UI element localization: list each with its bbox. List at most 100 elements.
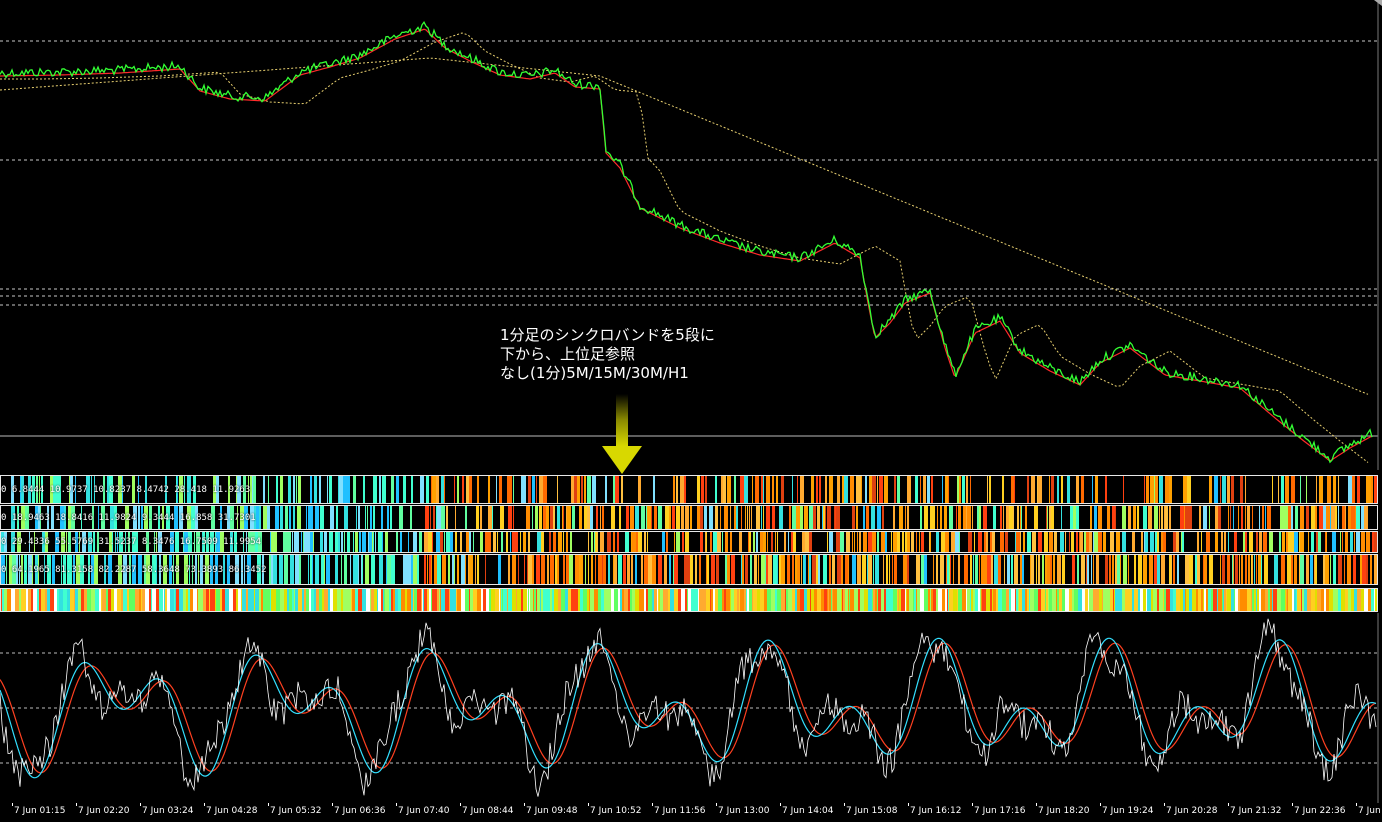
band-bar xyxy=(1234,532,1237,552)
band-bar xyxy=(203,589,206,611)
band-bar xyxy=(658,555,662,584)
sync-band-2[interactable]: 0 18.9463 18.8416 11.9824 9.3444 16.858 … xyxy=(0,505,1378,530)
band-bar xyxy=(1274,555,1278,584)
band-bar xyxy=(715,589,718,611)
band-bar xyxy=(907,532,910,552)
band-bar xyxy=(1015,589,1016,611)
band-bar xyxy=(543,476,547,503)
band-bar xyxy=(1351,589,1354,611)
band-bar xyxy=(373,476,377,503)
band-bar xyxy=(1300,506,1304,529)
band-bar xyxy=(276,589,280,611)
band-bar xyxy=(1165,506,1168,529)
band-bar xyxy=(685,506,689,529)
band-bar xyxy=(370,589,371,611)
band-bar xyxy=(1277,589,1281,611)
band-bar xyxy=(329,476,332,503)
band-bar xyxy=(1338,506,1339,529)
band-bar xyxy=(968,532,972,552)
band-bar xyxy=(70,589,74,611)
band-bar xyxy=(936,532,939,552)
band-bar xyxy=(341,555,342,584)
band-bar xyxy=(781,476,784,503)
band-bar xyxy=(588,532,589,552)
band-bar xyxy=(617,532,619,552)
band-bar xyxy=(541,555,545,584)
sync-band-3[interactable]: 0 29.4336 55.5769 31.5237 8.3476 16.7509… xyxy=(0,531,1378,553)
band-bar xyxy=(892,555,893,584)
band-bar xyxy=(829,589,831,611)
band-bar xyxy=(1295,506,1298,529)
band-bar xyxy=(1326,506,1330,529)
band-bar xyxy=(536,476,537,503)
band-bar xyxy=(653,476,655,503)
band-bar xyxy=(537,589,540,611)
band-bar xyxy=(1362,555,1366,584)
band-bar xyxy=(293,476,295,503)
price-chart[interactable] xyxy=(0,0,1382,470)
sync-band-4[interactable]: 0 64.1965 81.3158 82.2287 58.3648 73.389… xyxy=(0,554,1378,585)
band-bar xyxy=(722,532,723,552)
sync-band-5[interactable] xyxy=(0,588,1378,612)
band-bar xyxy=(238,589,241,611)
band-bar xyxy=(276,476,278,503)
band-bar xyxy=(941,532,945,552)
scroll-corner-icon[interactable] xyxy=(1372,0,1382,6)
sync-band-1[interactable]: 0 6.8444 10.9737 10.8237 8.4742 28.418 1… xyxy=(0,475,1378,504)
band-bar xyxy=(758,589,760,611)
band-bar xyxy=(1138,555,1142,584)
band-bar xyxy=(1222,555,1225,584)
band-bar xyxy=(1123,555,1127,584)
band-bar xyxy=(426,476,429,503)
band-bar xyxy=(437,506,441,529)
oscillator-chart[interactable] xyxy=(0,613,1382,803)
band-bar xyxy=(784,532,786,552)
time-tick-label: 7 Jun 21:32 xyxy=(1230,806,1282,816)
time-tick-mark xyxy=(844,803,845,806)
band-bar xyxy=(292,589,294,611)
band-bar xyxy=(442,555,446,584)
band-bar xyxy=(441,589,445,611)
band-bar xyxy=(978,532,982,552)
band-bar xyxy=(1148,506,1152,529)
band-bar xyxy=(587,589,589,611)
band-bar xyxy=(1117,555,1120,584)
band-bar xyxy=(1177,555,1179,584)
band-bar xyxy=(521,589,523,611)
band-bar xyxy=(1235,555,1238,584)
band-bar xyxy=(403,476,406,503)
band-bar xyxy=(674,589,678,611)
band-bar xyxy=(811,476,814,503)
band-bar xyxy=(367,506,368,529)
band-bar xyxy=(563,506,564,529)
band-bar xyxy=(411,589,413,611)
band-bar xyxy=(1251,589,1252,611)
band-bar xyxy=(304,589,306,611)
band-bar xyxy=(336,506,338,529)
band-bar xyxy=(658,506,662,529)
band-bar xyxy=(1051,476,1054,503)
time-tick-label: 7 Jun 07:40 xyxy=(398,806,450,816)
band-bar xyxy=(850,476,854,503)
band-bar xyxy=(777,555,778,584)
band-bar xyxy=(1076,476,1079,503)
band-bar xyxy=(1286,532,1288,552)
band-bar xyxy=(730,589,731,611)
band-bar xyxy=(1107,589,1108,611)
band-bar xyxy=(543,506,546,529)
band-bar xyxy=(526,506,530,529)
band-bar xyxy=(930,506,934,529)
band-bar xyxy=(316,589,319,611)
band-bar xyxy=(709,506,713,529)
band-bar xyxy=(644,589,646,611)
band-bar xyxy=(746,589,747,611)
band-bar xyxy=(117,589,121,611)
band-bar xyxy=(635,589,639,611)
price-line xyxy=(0,20,1373,464)
band-bar xyxy=(1221,532,1223,552)
band-bar xyxy=(829,476,833,503)
band-bar xyxy=(333,589,337,611)
band-bar xyxy=(1123,476,1124,503)
band-bar xyxy=(598,589,600,611)
band-bar xyxy=(590,506,593,529)
